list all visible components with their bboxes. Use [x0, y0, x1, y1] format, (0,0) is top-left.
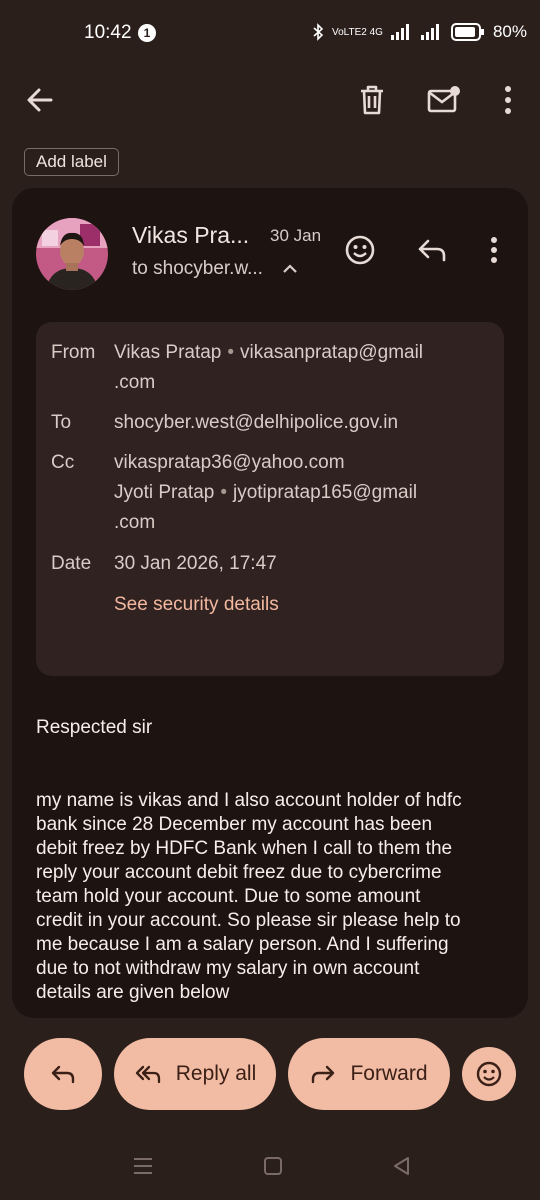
- separator-dot: •: [227, 342, 235, 363]
- cc-email-2: jyotipratap165@gmail: [232, 482, 418, 503]
- to-label: To: [51, 412, 72, 433]
- signal-icon: [390, 24, 409, 40]
- system-nav-bar: [0, 1140, 540, 1200]
- body-line: debit freez by HDFC Bank when I call to …: [36, 838, 453, 859]
- battery-percent: 80%: [492, 22, 527, 41]
- back-triangle-icon: [394, 1157, 409, 1175]
- security-details-link[interactable]: See security details: [114, 590, 279, 620]
- emoji-react-button[interactable]: [462, 1047, 516, 1101]
- notification-badge: 1: [138, 24, 156, 42]
- forward-icon: [312, 1065, 335, 1084]
- forward-button[interactable]: Forward: [288, 1038, 450, 1110]
- status-icons: VoLTE2 4G 80%: [312, 22, 527, 42]
- back-arrow-icon: [27, 88, 53, 112]
- from-email-continued: .com: [114, 372, 156, 393]
- mail-unread-icon: [427, 86, 460, 113]
- back-nav-button[interactable]: [392, 1156, 412, 1181]
- bluetooth-icon: [313, 23, 324, 41]
- body-line: bank since 28 December my account has be…: [36, 814, 433, 835]
- recipient-summary[interactable]: to shocyber.w...: [132, 258, 298, 280]
- reply-all-icon: [135, 1065, 160, 1084]
- from-value: Vikas Pratap • vikasanpratap@gmail .com: [114, 338, 423, 398]
- reply-all-button[interactable]: Reply all: [114, 1038, 276, 1110]
- separator-dot: •: [220, 482, 227, 503]
- body-line: team hold your account. Due to some amou…: [36, 886, 421, 907]
- recipient-summary-text: to shocyber.w...: [132, 258, 263, 279]
- signal-icon-2: [420, 24, 439, 40]
- reply-all-label: Reply all: [175, 1062, 257, 1085]
- home-square-icon: [264, 1157, 282, 1175]
- message-details: From Vikas Pratap • vikasanpratap@gmail .c…: [36, 322, 504, 676]
- date-label: Date: [51, 553, 92, 574]
- message-more-button[interactable]: [474, 230, 514, 270]
- more-vert-icon: [505, 86, 511, 114]
- from-name: Vikas Pratap: [114, 342, 222, 363]
- forward-label: Forward: [350, 1062, 428, 1085]
- security-details-text: See security details: [114, 594, 279, 615]
- cc-email-2-continued: .com: [114, 512, 156, 533]
- status-bar: 10:42 1 VoLTE2 4G 80%: [0, 0, 540, 70]
- date-value: 30 Jan 2026, 17:47: [114, 553, 277, 574]
- smiley-icon: [476, 1061, 502, 1087]
- add-label-chip[interactable]: Add label: [24, 148, 119, 176]
- email-greeting: Respected sir: [36, 717, 153, 738]
- menu-lines-icon: [134, 1158, 152, 1174]
- more-options-button[interactable]: [488, 80, 528, 120]
- cc-name-2: Jyoti Pratap: [114, 482, 215, 503]
- from-label: From: [51, 342, 96, 363]
- recents-button[interactable]: [132, 1156, 154, 1181]
- cc-value: vikaspratap36@yahoo.com Jyoti Pratap • jyo…: [114, 448, 417, 538]
- email-card: Vikas Pra... 30 Jan to shocyber.w... Fro…: [12, 188, 528, 1018]
- trash-icon: [361, 85, 383, 115]
- smiley-icon: [345, 235, 375, 265]
- cc-email-1: vikaspratap36@yahoo.com: [114, 452, 345, 473]
- to-value: shocyber.west@delhipolice.gov.in: [114, 412, 399, 433]
- reply-icon: [418, 239, 446, 262]
- from-email: vikasanpratap@gmail: [240, 342, 424, 363]
- body-line: credit in your account. So please sir pl…: [36, 910, 461, 931]
- email-date: 30 Jan: [270, 226, 322, 245]
- body-line: me because I am a salary person. And I s…: [36, 934, 449, 955]
- chevron-up-icon: [283, 264, 298, 273]
- home-button[interactable]: [263, 1156, 283, 1181]
- cc-label: Cc: [51, 452, 75, 473]
- clock: 10:42: [84, 22, 132, 43]
- network-label: VoLTE2 4G: [332, 26, 383, 38]
- avatar-photo: [36, 218, 108, 290]
- body-line: due to not withdraw my salary in own acc…: [36, 958, 420, 979]
- more-vert-icon: [491, 237, 497, 263]
- reply-icon: [51, 1065, 75, 1084]
- mark-unread-button[interactable]: [424, 80, 464, 120]
- email-body: my name is vikas and I also account hold…: [36, 789, 506, 1005]
- body-line: details are given below: [36, 982, 230, 1003]
- sender-name: Vikas Pra...: [132, 222, 250, 248]
- body-line: my name is vikas and I also account hold…: [36, 790, 462, 811]
- react-emoji-button[interactable]: [340, 230, 380, 270]
- delete-button[interactable]: [352, 80, 392, 120]
- body-line: reply your account debit freez due to cy…: [36, 862, 442, 883]
- reply-button-header[interactable]: [412, 230, 452, 270]
- back-button[interactable]: [20, 80, 60, 120]
- reply-button[interactable]: [24, 1038, 102, 1110]
- avatar[interactable]: [36, 218, 108, 290]
- battery-icon: [450, 23, 484, 41]
